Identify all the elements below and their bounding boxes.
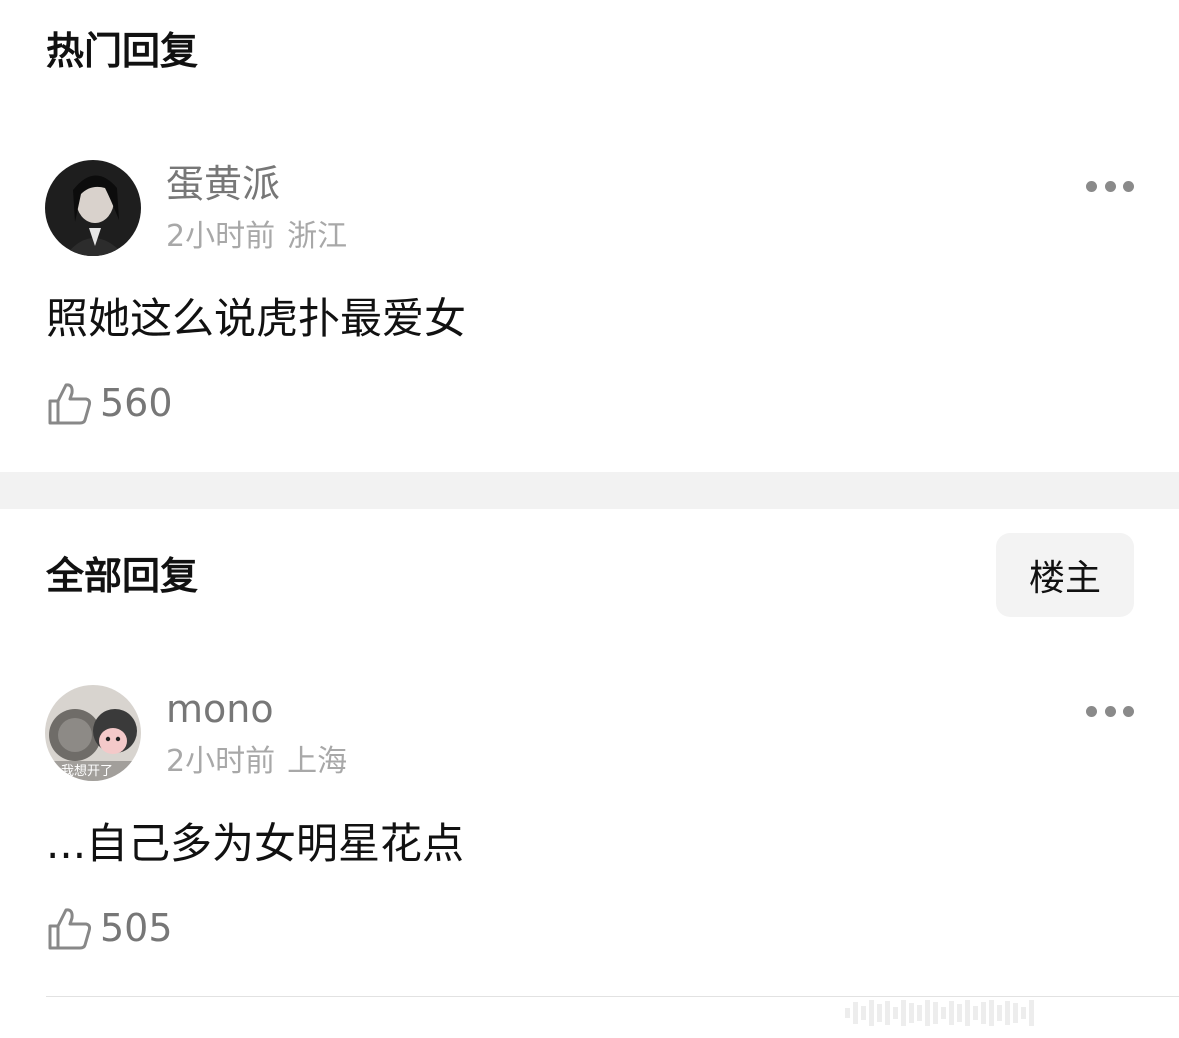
comment-item: 蛋黄派 2小时前 浙江 照她这么说虎扑最爱女 560 <box>0 158 1179 458</box>
like-count: 560 <box>100 381 173 425</box>
avatar[interactable] <box>45 160 141 256</box>
username[interactable]: mono <box>166 688 274 731</box>
op-only-button[interactable]: 楼主 <box>996 533 1134 617</box>
comment-meta: 2小时前 浙江 <box>166 220 347 253</box>
like-button[interactable]: 560 <box>46 378 173 428</box>
avatar[interactable]: 我想开了 <box>45 685 141 781</box>
comment-text: ...自己多为女明星花点 <box>46 819 465 868</box>
list-divider <box>46 996 1179 997</box>
user-avatar-photo-icon: 我想开了 <box>45 685 141 781</box>
thumbs-up-icon <box>48 908 92 950</box>
comment-location: 浙江 <box>287 219 348 254</box>
thumbs-up-icon <box>48 383 92 425</box>
comment-time: 2小时前 <box>166 744 276 779</box>
comment-text: 照她这么说虎扑最爱女 <box>46 294 467 343</box>
all-replies-title: 全部回复 <box>46 554 199 598</box>
username[interactable]: 蛋黄派 <box>166 163 280 206</box>
more-options-icon[interactable] <box>1086 703 1134 719</box>
hot-replies-title: 热门回复 <box>46 29 199 73</box>
like-count: 505 <box>100 906 173 950</box>
comment-time: 2小时前 <box>166 219 276 254</box>
user-avatar-photo-icon <box>45 160 141 256</box>
section-divider <box>0 472 1179 509</box>
like-button[interactable]: 505 <box>46 903 173 953</box>
comment-meta: 2小时前 上海 <box>166 745 347 778</box>
comment-location: 上海 <box>287 744 348 779</box>
comment-item: 我想开了 mono 2小时前 上海 ...自己多为女明星花点 505 <box>0 683 1179 983</box>
svg-text:我想开了: 我想开了 <box>61 763 113 779</box>
watermark-graphic <box>845 1000 1175 1026</box>
more-options-icon[interactable] <box>1086 178 1134 194</box>
